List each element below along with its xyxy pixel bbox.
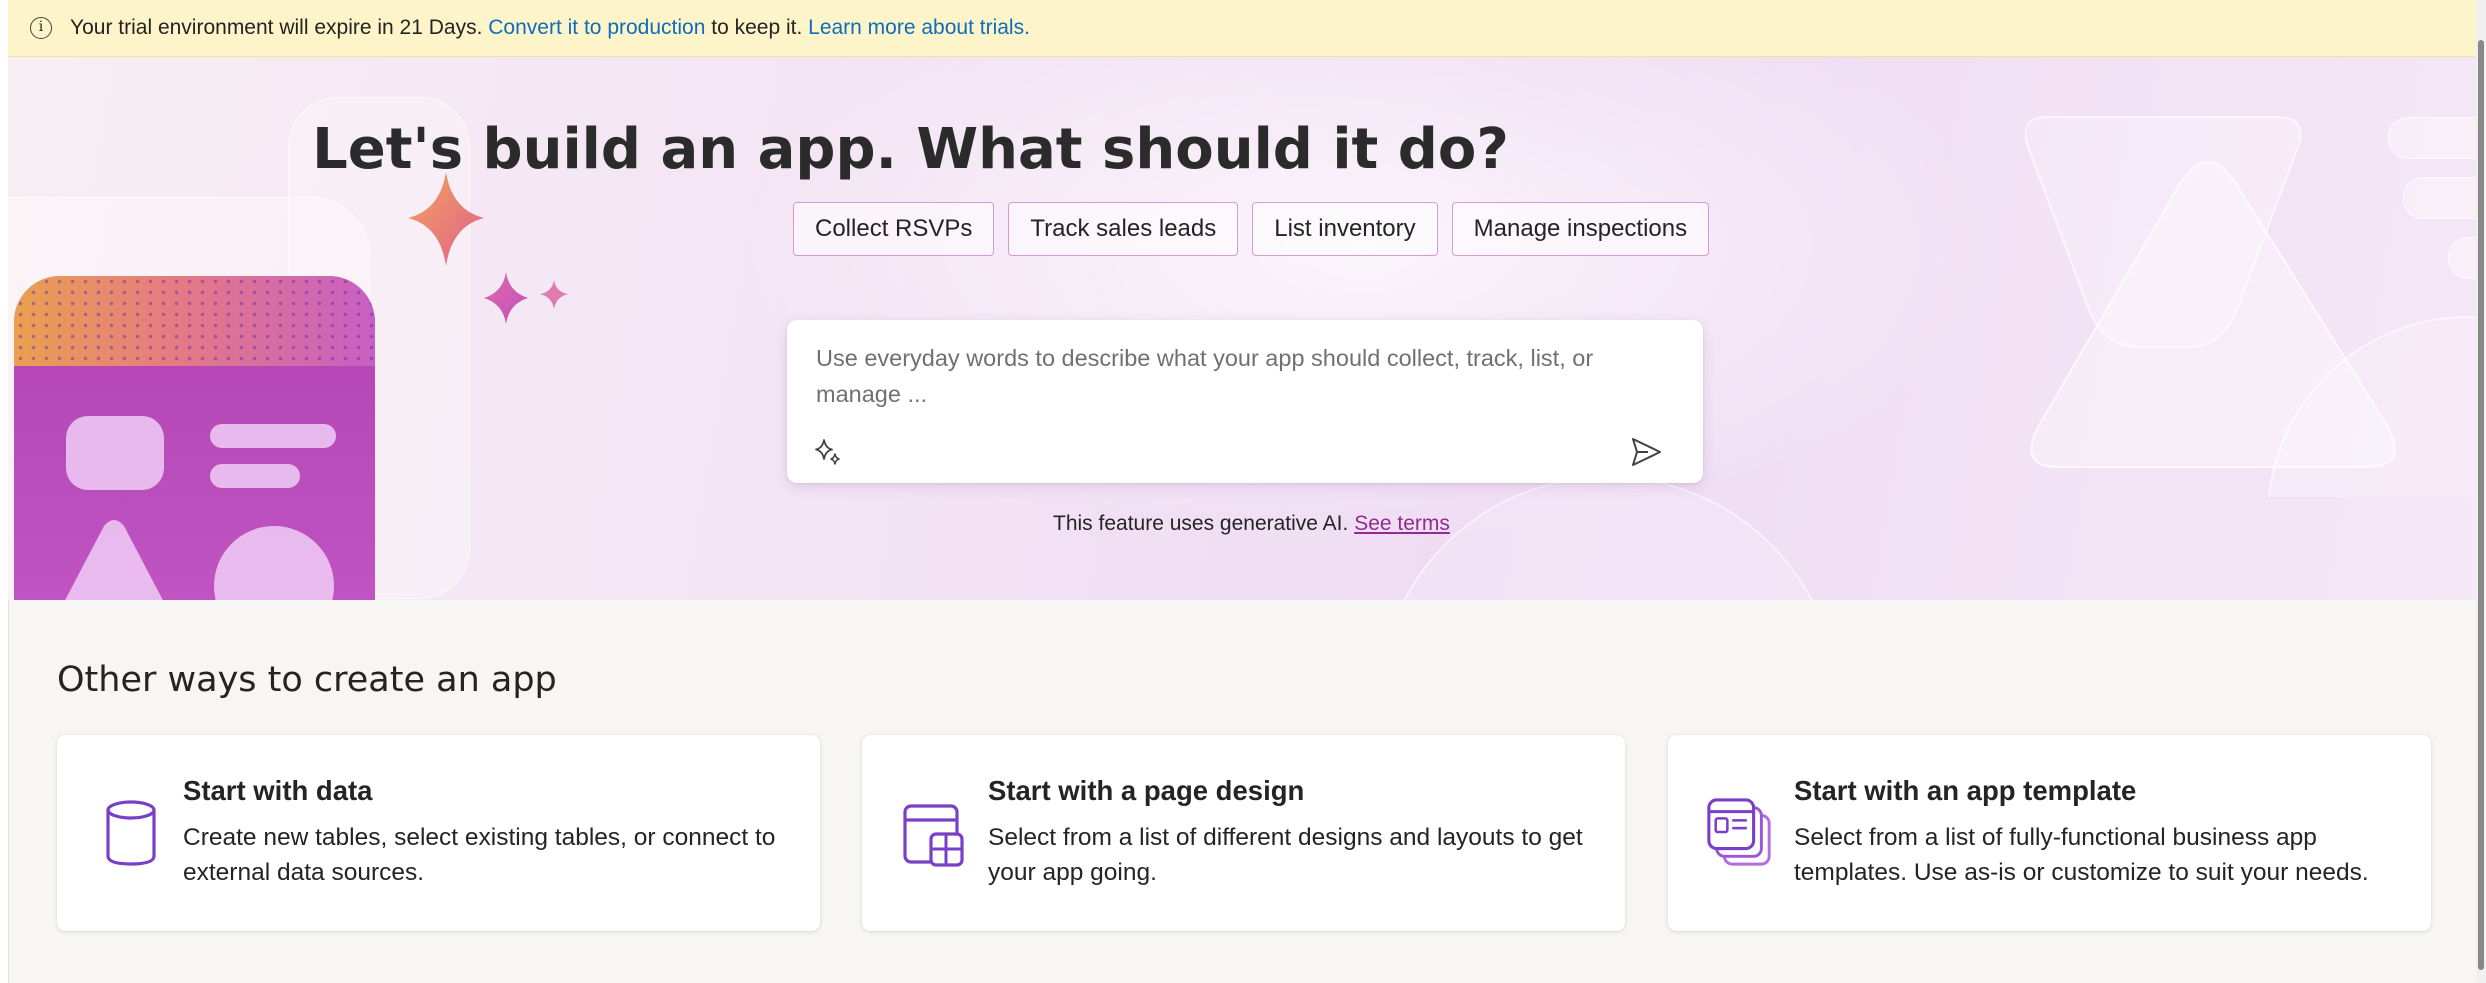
card-title: Start with an app template bbox=[1794, 775, 2137, 806]
vertical-scrollbar[interactable] bbox=[2476, 0, 2486, 983]
hero-section: Let's build an app. What should it do? C… bbox=[8, 57, 2476, 600]
learn-more-trials-link[interactable]: Learn more about trials. bbox=[808, 16, 1030, 40]
illustration-body bbox=[14, 366, 375, 600]
suggestion-chip[interactable]: List inventory bbox=[1252, 202, 1438, 256]
app-description-input[interactable]: Use everyday words to describe what your… bbox=[787, 320, 1703, 483]
start-with-page-design-card[interactable]: Start with a page design Select from a l… bbox=[862, 735, 1625, 931]
illustration-shape bbox=[210, 424, 336, 448]
card-description: Select from a list of different designs … bbox=[988, 824, 1583, 886]
sparkle-decoration bbox=[408, 172, 568, 324]
suggestion-chips: Collect RSVPs Track sales leads List inv… bbox=[793, 202, 1710, 256]
page-design-icon bbox=[903, 804, 964, 867]
app-template-icon bbox=[1707, 798, 1771, 866]
suggestion-chip[interactable]: Track sales leads bbox=[1008, 202, 1239, 256]
section-title: Other ways to create an app bbox=[57, 660, 557, 700]
card-description: Select from a list of fully-functional b… bbox=[1794, 824, 2369, 886]
send-icon[interactable] bbox=[1628, 434, 1664, 470]
prompt-placeholder: Use everyday words to describe what your… bbox=[816, 345, 1594, 407]
banner-text: Your trial environment will expire in 21… bbox=[70, 16, 483, 39]
card-title: Start with a page design bbox=[988, 775, 1305, 806]
start-with-data-card[interactable]: Start with data Create new tables, selec… bbox=[57, 735, 820, 931]
illustration-shape bbox=[210, 464, 300, 488]
illustration-shape bbox=[66, 416, 164, 490]
suggestion-chip[interactable]: Manage inspections bbox=[1451, 202, 1710, 256]
card-title: Start with data bbox=[183, 775, 373, 806]
hero-title: Let's build an app. What should it do? bbox=[312, 117, 1509, 182]
suggestion-chip[interactable]: Collect RSVPs bbox=[793, 202, 995, 256]
illustration-shapes bbox=[65, 520, 334, 600]
banner-text-middle: to keep it. bbox=[711, 16, 803, 39]
start-with-app-template-card[interactable]: Start with an app template Select from a… bbox=[1668, 735, 2431, 931]
scrollbar-thumb[interactable] bbox=[2478, 40, 2484, 970]
info-icon: i bbox=[30, 17, 52, 39]
ai-note-text: This feature uses generative AI. bbox=[1053, 512, 1349, 535]
decor-triangles bbox=[2024, 116, 2476, 497]
trial-banner: i Your trial environment will expire in … bbox=[8, 0, 2476, 57]
see-terms-link[interactable]: See terms bbox=[1354, 512, 1450, 535]
sparkle-icon[interactable] bbox=[812, 436, 844, 468]
card-description: Create new tables, select existing table… bbox=[183, 824, 776, 886]
illustration-header bbox=[14, 276, 375, 366]
convert-to-production-link[interactable]: Convert it to production bbox=[488, 16, 705, 40]
app-illustration bbox=[14, 276, 375, 600]
database-icon bbox=[106, 800, 156, 866]
